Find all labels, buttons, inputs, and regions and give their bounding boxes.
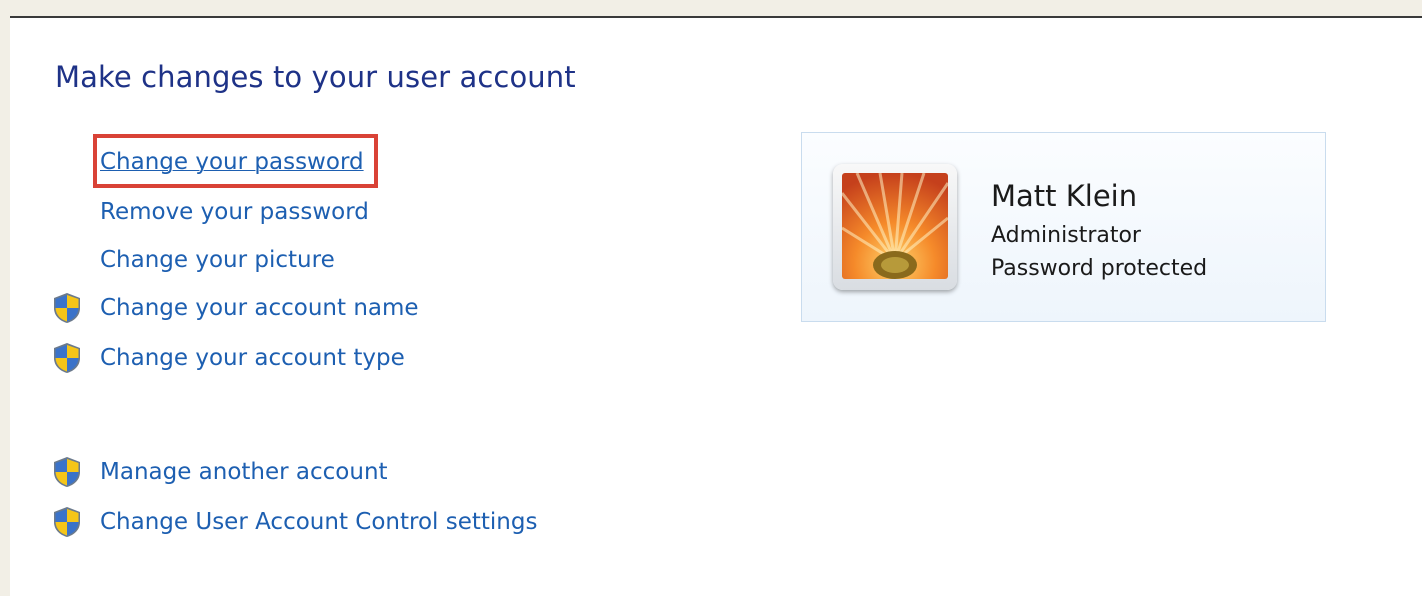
account-summary-card: Matt Klein Administrator Password protec… <box>801 132 1326 322</box>
change-account-type-link[interactable]: Change your account type <box>100 345 405 371</box>
remove-password-link[interactable]: Remove your password <box>100 199 369 225</box>
task-change-picture[interactable]: Change your picture <box>50 240 335 280</box>
task-change-password[interactable]: Change your password <box>50 142 364 182</box>
change-picture-link[interactable]: Change your picture <box>100 247 335 273</box>
uac-shield-icon <box>50 505 84 539</box>
content-panel: Make changes to your user account Change… <box>10 16 1422 596</box>
change-account-name-link[interactable]: Change your account name <box>100 295 419 321</box>
change-uac-settings-link[interactable]: Change User Account Control settings <box>100 509 537 535</box>
change-password-link[interactable]: Change your password <box>100 149 364 175</box>
page-title: Make changes to your user account <box>55 60 576 94</box>
account-type: Administrator <box>991 223 1141 248</box>
task-manage-another-account[interactable]: Manage another account <box>50 452 388 492</box>
task-change-account-name[interactable]: Change your account name <box>50 288 419 328</box>
uac-shield-icon <box>50 455 84 489</box>
task-change-uac-settings[interactable]: Change User Account Control settings <box>50 502 537 542</box>
manage-another-account-link[interactable]: Manage another account <box>100 459 388 485</box>
account-name: Matt Klein <box>991 179 1138 213</box>
task-change-account-type[interactable]: Change your account type <box>50 338 405 378</box>
account-password-status: Password protected <box>991 256 1208 281</box>
uac-shield-icon <box>50 291 84 325</box>
avatar[interactable] <box>833 164 957 290</box>
task-remove-password[interactable]: Remove your password <box>50 192 369 232</box>
uac-shield-icon <box>50 341 84 375</box>
flower-picture <box>842 173 948 279</box>
window: Make changes to your user account Change… <box>0 0 1422 596</box>
